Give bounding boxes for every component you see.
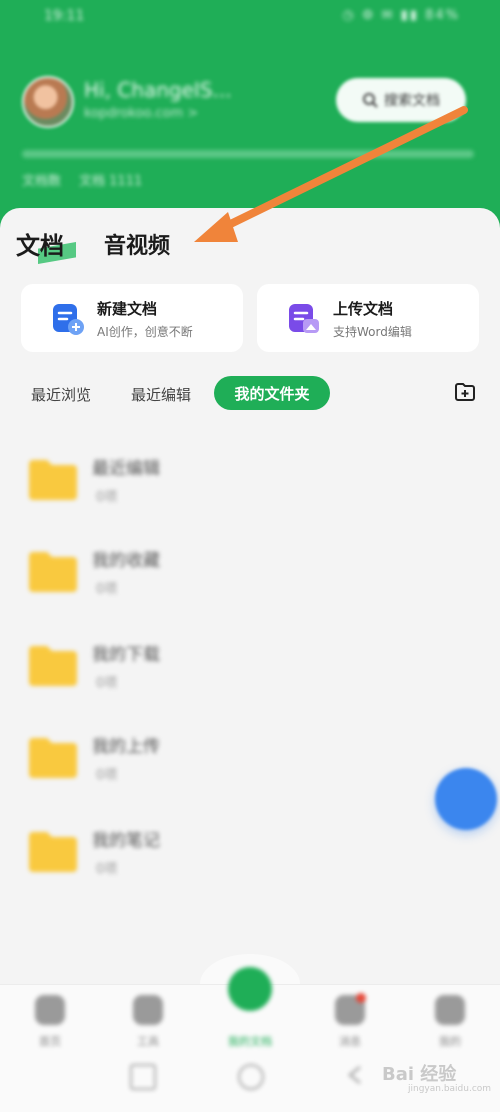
folder-item[interactable]: 我的下载 0项	[0, 634, 500, 704]
new-doc-title: 新建文档	[97, 300, 158, 318]
nav-label: 我的文档	[228, 1035, 272, 1048]
nav-label: 首页	[39, 1035, 61, 1048]
folder-name: 我的收藏	[92, 551, 160, 571]
system-recent-icon[interactable]	[344, 1064, 366, 1086]
folder-icon	[29, 646, 77, 686]
folder-item[interactable]: 我的收藏 0项	[0, 540, 500, 610]
system-back-icon[interactable]	[130, 1064, 156, 1090]
system-home-icon[interactable]	[238, 1064, 264, 1090]
nav-item-docs[interactable]: 我的文档	[220, 967, 280, 1055]
stats-row: 文档数 文档 1111	[22, 170, 142, 189]
annotation-arrow-icon	[194, 106, 468, 242]
user-icon	[435, 995, 465, 1025]
status-indicators: ◷ ⚙ ✉ ▮▮ 84%	[342, 8, 460, 23]
folder-count: 0项	[96, 676, 118, 691]
nav-label: 消息	[339, 1035, 361, 1048]
new-doc-subtitle: AI创作，创意不断	[97, 325, 193, 339]
folder-count: 0项	[96, 862, 118, 877]
nav-label: 我的	[439, 1035, 461, 1048]
upload-doc-card[interactable]: 上传文档 支持Word编辑	[257, 284, 479, 352]
nav-item-me[interactable]: 我的	[420, 991, 480, 1055]
notification-badge	[356, 993, 366, 1003]
folder-icon	[29, 460, 77, 500]
folder-name: 我的下载	[92, 645, 160, 665]
folder-icon	[29, 738, 77, 778]
folder-item[interactable]: 我的上传 0项	[0, 726, 500, 796]
status-bar: 19:11 ◷ ⚙ ✉ ▮▮ 84%	[0, 0, 500, 36]
folder-count: 0项	[96, 768, 118, 783]
upload-doc-subtitle: 支持Word编辑	[333, 325, 412, 339]
folder-name: 我的笔记	[92, 831, 160, 851]
nav-item-messages[interactable]: 消息	[320, 991, 380, 1055]
nav-item-home[interactable]: 首页	[20, 991, 80, 1055]
folder-item[interactable]: 最近编辑 0项	[0, 448, 500, 518]
new-doc-icon	[53, 304, 84, 335]
filter-recent-edit[interactable]: 最近编辑	[131, 384, 191, 405]
stat-2: 文档 1111	[79, 174, 143, 189]
status-time: 19:11	[44, 8, 85, 24]
upload-doc-icon	[289, 304, 319, 333]
doc-icon	[228, 967, 272, 1011]
folder-count: 0项	[96, 490, 118, 505]
nav-label: 工具	[137, 1035, 159, 1048]
folder-icon	[29, 832, 77, 872]
tab-audio-video[interactable]: 音视频	[104, 228, 170, 260]
grid-icon	[133, 995, 163, 1025]
nav-item-tools[interactable]: 工具	[118, 991, 178, 1055]
folder-name: 最近编辑	[92, 459, 160, 479]
home-icon	[35, 995, 65, 1025]
filter-tabs: 最近浏览 最近编辑 我的文件夹	[0, 376, 500, 412]
tab-doc[interactable]: 文档	[16, 226, 64, 261]
folder-icon	[29, 552, 77, 592]
floating-action-button[interactable]	[435, 768, 497, 830]
new-doc-card[interactable]: 新建文档 AI创作，创意不断	[21, 284, 243, 352]
folder-count: 0项	[96, 582, 118, 597]
watermark: Bai 经验	[382, 1064, 457, 1085]
filter-recent-view[interactable]: 最近浏览	[31, 384, 91, 405]
user-name[interactable]: Hi, ChangeIS...	[84, 78, 232, 102]
watermark-sub: jingyan.baidu.com	[408, 1084, 492, 1094]
stat-1: 文档数	[22, 174, 62, 189]
add-folder-icon[interactable]	[453, 380, 477, 404]
upload-doc-title: 上传文档	[333, 300, 394, 318]
folder-item[interactable]: 我的笔记 0项	[0, 820, 500, 890]
folder-name: 我的上传	[92, 737, 160, 757]
avatar[interactable]	[22, 76, 74, 128]
filter-my-folders[interactable]: 我的文件夹	[214, 376, 330, 410]
